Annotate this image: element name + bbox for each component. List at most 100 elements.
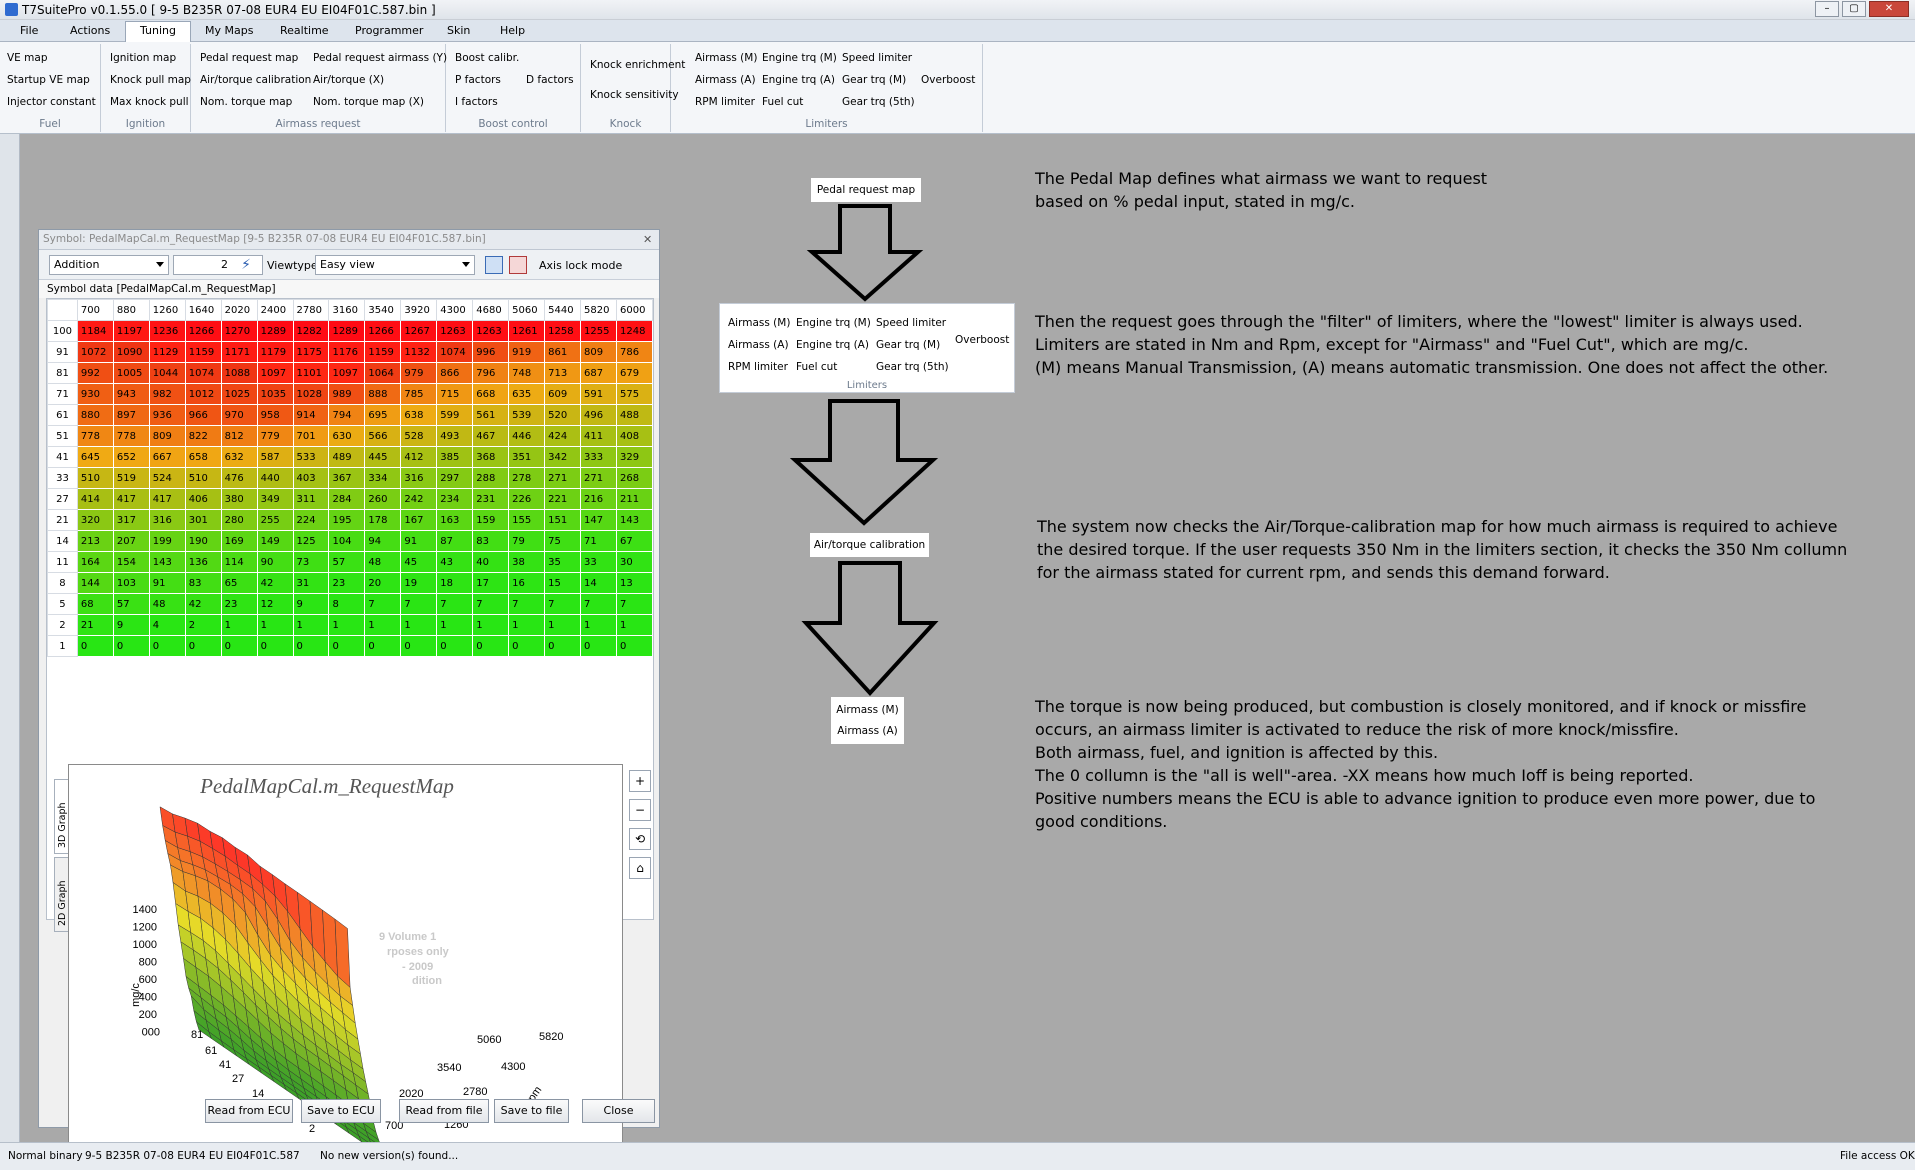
table-cell[interactable]: 45 [400, 551, 438, 573]
table-cell[interactable]: 446 [508, 425, 546, 447]
table-cell[interactable]: 242 [400, 488, 438, 510]
maximize-button[interactable]: ▢ [1842, 1, 1866, 17]
table-cell[interactable]: 0 [76, 635, 114, 657]
table-cell[interactable]: 510 [184, 467, 222, 489]
close-button[interactable]: Close [582, 1099, 655, 1123]
table-cell[interactable]: 936 [148, 404, 186, 426]
table-cell[interactable]: 645 [76, 446, 114, 468]
table-cell[interactable]: 1097 [328, 362, 366, 384]
table-cell[interactable]: 316 [400, 467, 438, 489]
table-cell[interactable]: 599 [436, 404, 474, 426]
data-table[interactable]: 700 880 1260 1640 2020 2400 2780 3160 3540 3920 43… [47, 299, 654, 657]
table-cell[interactable]: 1 [292, 614, 330, 636]
table-cell[interactable]: 143 [615, 509, 654, 531]
table-cell[interactable]: 1159 [184, 341, 222, 363]
table-cell[interactable]: 83 [184, 572, 222, 594]
row-header[interactable]: 100 [47, 320, 78, 342]
table-cell[interactable]: 83 [472, 530, 510, 552]
row-header[interactable]: 33 [47, 467, 78, 489]
table-cell[interactable]: 190 [184, 530, 222, 552]
table-cell[interactable]: 329 [615, 446, 654, 468]
table-cell[interactable]: 519 [112, 467, 150, 489]
table-cell[interactable]: 297 [436, 467, 474, 489]
table-cell[interactable]: 320 [76, 509, 114, 531]
copy-icon[interactable] [485, 256, 503, 274]
row-header[interactable]: 91 [47, 341, 78, 363]
table-cell[interactable]: 785 [400, 383, 438, 405]
table-cell[interactable]: 136 [184, 551, 222, 573]
ribbon-d-factors[interactable]: D factors [526, 74, 574, 86]
column-header[interactable]: 3920 [400, 299, 438, 321]
column-header[interactable]: 880 [112, 299, 150, 321]
table-cell[interactable]: 67 [615, 530, 654, 552]
table-cell[interactable]: 888 [364, 383, 402, 405]
table-cell[interactable]: 943 [112, 383, 150, 405]
table-cell[interactable]: 794 [328, 404, 366, 426]
axis-lock-mode[interactable]: Axis lock mode [539, 259, 622, 272]
zoom-in-icon[interactable]: + [629, 770, 651, 792]
table-cell[interactable]: 566 [364, 425, 402, 447]
ribbon-boost-calibr[interactable]: Boost calibr. [455, 52, 519, 64]
table-cell[interactable]: 966 [184, 404, 222, 426]
menu-file[interactable]: File [20, 24, 38, 37]
table-cell[interactable]: 1263 [472, 320, 510, 342]
menu-actions[interactable]: Actions [70, 24, 110, 37]
table-cell[interactable]: 1064 [364, 362, 402, 384]
table-cell[interactable]: 1 [436, 614, 474, 636]
table-cell[interactable]: 91 [400, 530, 438, 552]
table-cell[interactable]: 1255 [580, 320, 617, 342]
table-cell[interactable]: 667 [148, 446, 186, 468]
table-cell[interactable]: 406 [184, 488, 222, 510]
table-cell[interactable]: 778 [112, 425, 150, 447]
table-cell[interactable]: 147 [580, 509, 617, 531]
table-cell[interactable]: 0 [436, 635, 474, 657]
ribbon-max-knock-pull[interactable]: Max knock pull [110, 96, 189, 108]
table-cell[interactable]: 380 [220, 488, 258, 510]
table-cell[interactable]: 7 [544, 593, 582, 615]
table-cell[interactable]: 226 [508, 488, 546, 510]
table-cell[interactable]: 221 [544, 488, 582, 510]
table-cell[interactable]: 17 [472, 572, 510, 594]
table-cell[interactable]: 199 [148, 530, 186, 552]
table-cell[interactable]: 1 [400, 614, 438, 636]
table-cell[interactable]: 591 [580, 383, 617, 405]
row-header[interactable]: 71 [47, 383, 78, 405]
ribbon-ignition-map[interactable]: Ignition map [110, 52, 176, 64]
table-cell[interactable]: 1 [544, 614, 582, 636]
table-cell[interactable]: 440 [256, 467, 294, 489]
table-cell[interactable]: 476 [220, 467, 258, 489]
table-cell[interactable]: 1035 [256, 383, 294, 405]
ribbon-fuel-cut[interactable]: Fuel cut [762, 96, 803, 108]
table-cell[interactable]: 1074 [184, 362, 222, 384]
table-cell[interactable]: 914 [292, 404, 330, 426]
table-cell[interactable]: 94 [364, 530, 402, 552]
column-header[interactable]: 4300 [436, 299, 474, 321]
table-cell[interactable]: 1176 [328, 341, 366, 363]
column-header[interactable]: 3540 [364, 299, 402, 321]
row-header[interactable]: 51 [47, 425, 78, 447]
table-cell[interactable]: 149 [256, 530, 294, 552]
table-cell[interactable]: 919 [508, 341, 546, 363]
table-cell[interactable]: 143 [148, 551, 186, 573]
table-cell[interactable]: 255 [256, 509, 294, 531]
table-cell[interactable]: 48 [364, 551, 402, 573]
table-cell[interactable]: 154 [112, 551, 150, 573]
table-cell[interactable]: 57 [112, 593, 150, 615]
row-header[interactable]: 11 [47, 551, 78, 573]
table-cell[interactable]: 0 [112, 635, 150, 657]
table-cell[interactable]: 417 [112, 488, 150, 510]
table-cell[interactable]: 268 [615, 467, 654, 489]
table-cell[interactable]: 271 [580, 467, 617, 489]
table-cell[interactable]: 0 [148, 635, 186, 657]
table-cell[interactable]: 12 [256, 593, 294, 615]
ribbon-injector-constant[interactable]: Injector constant [7, 96, 96, 108]
table-cell[interactable]: 412 [400, 446, 438, 468]
table-cell[interactable]: 1197 [112, 320, 150, 342]
table-cell[interactable]: 748 [508, 362, 546, 384]
table-cell[interactable]: 786 [615, 341, 654, 363]
table-cell[interactable]: 701 [292, 425, 330, 447]
table-cell[interactable]: 42 [184, 593, 222, 615]
table-cell[interactable]: 1 [580, 614, 617, 636]
table-cell[interactable]: 1088 [220, 362, 258, 384]
table-cell[interactable]: 7 [615, 593, 654, 615]
